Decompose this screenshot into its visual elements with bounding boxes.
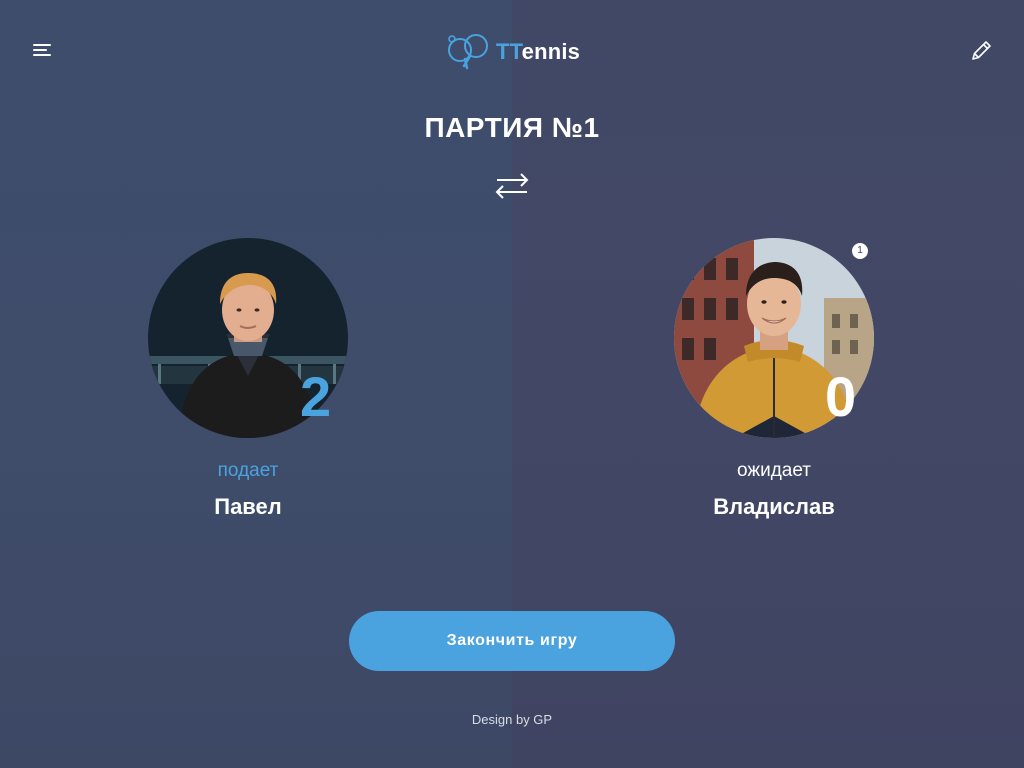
game-title: ПАРТИЯ №1	[424, 112, 600, 143]
ping-pong-paddles-icon	[448, 34, 488, 70]
finish-game-button[interactable]: Закончить игру	[349, 611, 675, 671]
player-2-badge: 1	[852, 243, 868, 259]
app-logo: TTennis	[446, 32, 580, 72]
hamburger-menu-icon[interactable]	[30, 40, 54, 60]
swap-arrows-icon[interactable]	[494, 170, 530, 202]
player-1-score: 2	[300, 365, 332, 428]
player-2-status: ожидает	[737, 460, 811, 481]
pencil-icon[interactable]	[968, 38, 994, 64]
player-2-score: 0	[825, 365, 857, 428]
game-screen: TTennis ПАРТИЯ №1 2 подает Павел 1 0 ожи…	[0, 0, 1024, 768]
player-2-name: Владислав	[713, 494, 835, 519]
player-1-name: Павел	[214, 494, 282, 519]
player-1-status: подает	[217, 460, 279, 481]
design-credit: Design by GP	[471, 712, 553, 727]
app-name: TTennis	[496, 39, 581, 64]
